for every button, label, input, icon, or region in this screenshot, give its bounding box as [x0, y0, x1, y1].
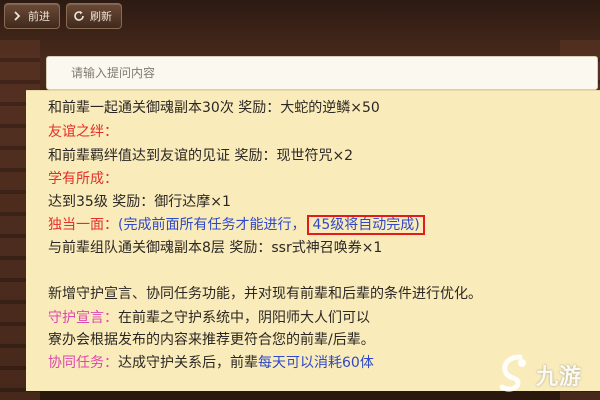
search-bar[interactable]	[46, 56, 598, 90]
chevron-right-icon	[11, 10, 23, 22]
coop-text: 达成守护关系后，前辈	[118, 355, 258, 371]
solo-note: (完成前面所有任务才能进行，	[118, 217, 306, 233]
task-line-5: 寮办会根据发布的内容来推荐更符合您的前辈/后辈。	[48, 332, 375, 348]
forward-label: 前进	[28, 10, 50, 23]
guard-text: 在前辈之守护系统中，阴阳师大人们可以	[118, 310, 370, 326]
task-line-4: 与前辈组队通关御魂副本8层 奖励：ssr式神召唤券×1	[48, 240, 383, 256]
task-line-2: 和前辈羁绊值达到友谊的见证 奖励：现世符咒×2	[48, 148, 354, 164]
solo-row: 独当一面：(完成前面所有任务才能进行， 45级将自动完成)	[48, 215, 425, 235]
content-panel: 和前辈一起通关御魂副本30次 奖励：大蛇的逆鳞×50 友谊之绊： 和前辈羁绊值达…	[26, 90, 600, 391]
task-line-1: 和前辈一起通关御魂副本30次 奖励：大蛇的逆鳞×50	[48, 100, 380, 116]
search-input[interactable]	[69, 65, 597, 81]
guard-row: 守护宣言：在前辈之守护系统中，阴阳师大人们可以	[48, 309, 370, 327]
guard-heading: 守护宣言：	[48, 310, 118, 326]
forward-button[interactable]: 前进	[4, 3, 60, 29]
friendship-heading: 友谊之绊：	[48, 124, 118, 140]
coop-heading: 协同任务：	[48, 355, 118, 371]
jiuyou-logo-icon	[496, 353, 532, 397]
toolbar: 前进 刷新	[0, 0, 600, 32]
learned-heading: 学有所成：	[48, 171, 118, 187]
coop-blue-text: 每天可以消耗60体	[258, 355, 374, 371]
watermark: 九游	[496, 352, 596, 398]
refresh-button[interactable]: 刷新	[66, 3, 122, 29]
watermark-text: 九游	[536, 365, 583, 390]
solo-heading: 独当一面：	[48, 217, 118, 233]
solo-highlight: 45级将自动完成)	[307, 215, 425, 235]
refresh-icon	[73, 10, 85, 22]
refresh-label: 刷新	[90, 10, 112, 23]
task-line-3: 达到35级 奖励：御行达摩×1	[48, 194, 231, 210]
coop-row: 协同任务：达成守护关系后，前辈每天可以消耗60体	[48, 354, 374, 372]
update-paragraph: 新增守护宣言、协同任务功能，并对现有前辈和后辈的条件进行优化。	[48, 286, 482, 302]
